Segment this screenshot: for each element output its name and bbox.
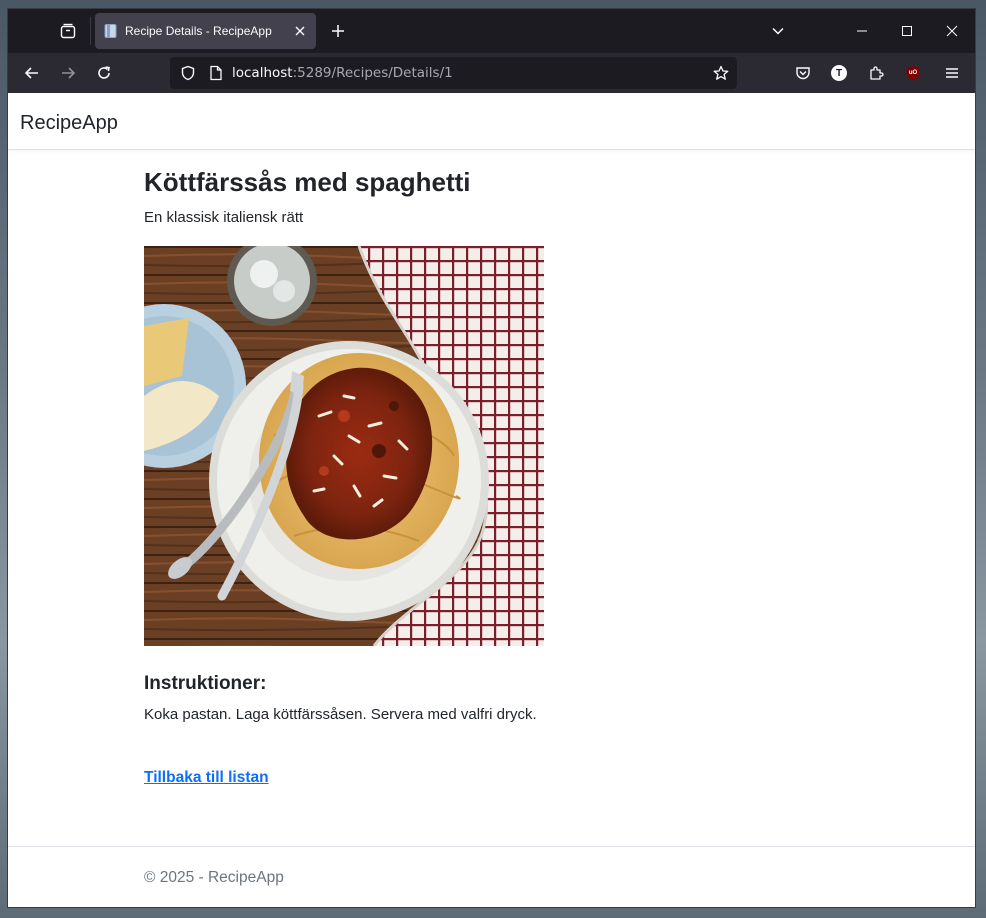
tab-separator xyxy=(90,17,91,45)
hamburger-menu-icon[interactable] xyxy=(940,61,964,85)
instructions-heading: Instruktioner: xyxy=(144,673,267,694)
tab-title: Recipe Details - RecipeApp xyxy=(125,24,272,38)
url-host: localhost xyxy=(232,65,293,81)
site-header: RecipeApp xyxy=(8,93,975,150)
tab-recipe-details[interactable]: Recipe Details - RecipeApp xyxy=(95,13,316,49)
recipe-photo xyxy=(144,246,544,646)
account-letter: T xyxy=(835,67,843,79)
pocket-icon[interactable] xyxy=(791,61,815,85)
url-text: localhost:5289/Recipes/Details/1 xyxy=(232,65,453,81)
instructions-text: Koka pastan. Laga köttfärssåsen. Servera… xyxy=(144,706,537,723)
ublock-letter: uO xyxy=(908,70,918,76)
arrow-left-icon[interactable] xyxy=(18,59,46,87)
recipe-image xyxy=(144,246,544,646)
tab-overview-icon[interactable] xyxy=(56,19,80,43)
tab-bar: Recipe Details - RecipeApp xyxy=(8,9,975,53)
close-icon[interactable] xyxy=(288,19,312,43)
brand-link[interactable]: RecipeApp xyxy=(20,112,118,135)
page-content: RecipeApp Köttfärssås med spaghetti En k… xyxy=(8,93,975,907)
back-to-list-link[interactable]: Tillbaka till listan xyxy=(144,769,269,787)
recipe-title: Köttfärssås med spaghetti xyxy=(144,167,471,197)
shield-icon[interactable] xyxy=(176,61,200,85)
minimize-icon[interactable] xyxy=(839,9,885,53)
site-footer: © 2025 - RecipeApp xyxy=(8,846,975,907)
maximize-icon[interactable] xyxy=(884,9,930,53)
close-window-icon[interactable] xyxy=(929,9,975,53)
browser-window: Recipe Details - RecipeApp localhost:528… xyxy=(7,8,976,908)
ublock-icon[interactable]: uO xyxy=(901,61,925,85)
recipe-description: En klassisk italiensk rätt xyxy=(144,209,304,226)
star-icon[interactable] xyxy=(709,61,733,85)
url-path: :5289/Recipes/Details/1 xyxy=(292,65,453,81)
arrow-right-icon[interactable] xyxy=(54,59,82,87)
account-icon[interactable]: T xyxy=(827,61,851,85)
plus-icon[interactable] xyxy=(326,19,350,43)
footer-copyright: © 2025 - RecipeApp xyxy=(144,869,284,886)
page-icon xyxy=(104,24,117,38)
puzzle-icon[interactable] xyxy=(864,61,888,85)
url-bar[interactable]: localhost:5289/Recipes/Details/1 xyxy=(170,57,737,89)
reload-icon[interactable] xyxy=(90,59,118,87)
navigation-toolbar: localhost:5289/Recipes/Details/1 T uO xyxy=(8,53,975,93)
chevron-down-icon[interactable] xyxy=(766,19,790,43)
page-info-icon[interactable] xyxy=(204,61,228,85)
